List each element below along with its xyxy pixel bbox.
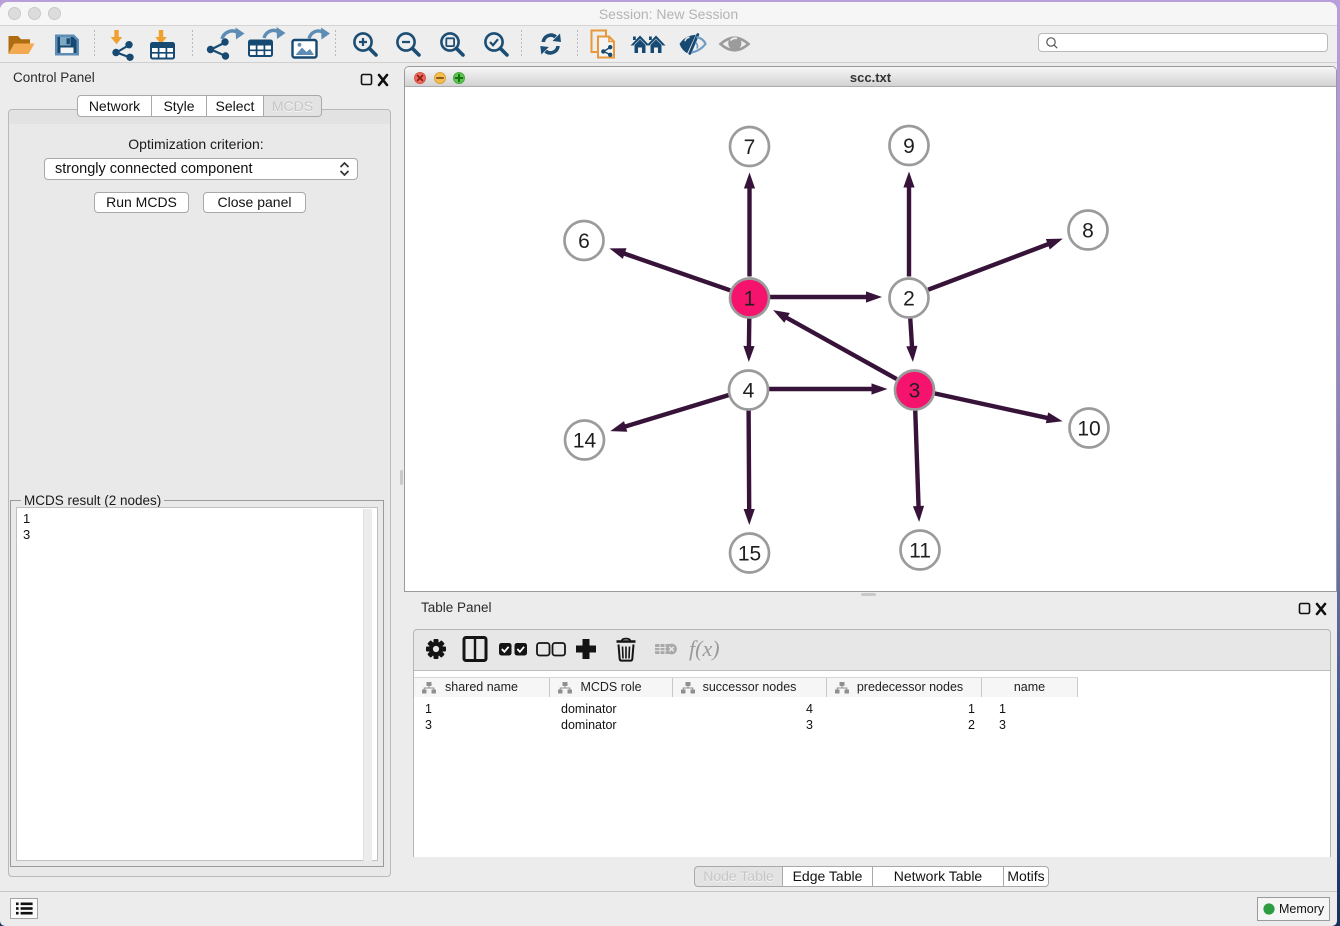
svg-text:6: 6 <box>578 230 590 253</box>
svg-text:7: 7 <box>744 136 756 159</box>
svg-text:14: 14 <box>573 429 597 452</box>
svg-text:11: 11 <box>909 539 931 562</box>
svg-text:1: 1 <box>744 287 756 310</box>
svg-text:9: 9 <box>903 135 915 158</box>
svg-text:4: 4 <box>743 379 755 402</box>
svg-text:f(x): f(x) <box>689 636 720 661</box>
svg-text:15: 15 <box>738 542 761 565</box>
svg-text:2: 2 <box>903 287 915 310</box>
svg-text:3: 3 <box>909 379 921 402</box>
svg-text:8: 8 <box>1082 219 1094 242</box>
svg-text:10: 10 <box>1077 417 1100 440</box>
